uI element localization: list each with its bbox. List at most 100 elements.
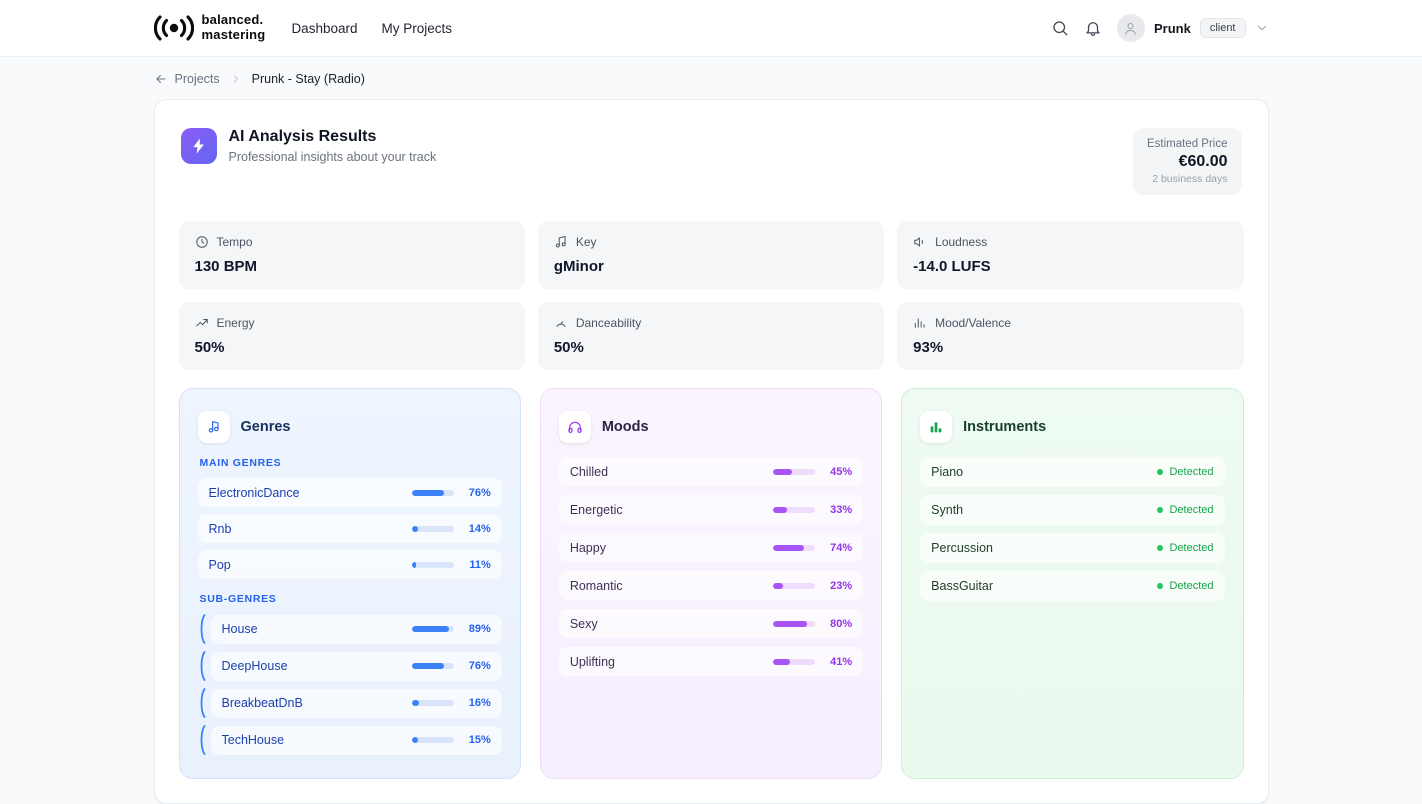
genre-name: Pop bbox=[209, 558, 231, 572]
genre-progress-bar bbox=[412, 663, 454, 669]
genre-percent: 76% bbox=[462, 487, 491, 499]
mood-name: Sexy bbox=[570, 617, 598, 631]
mood-row: Energetic 33% bbox=[559, 495, 863, 524]
nav-link-dashboard[interactable]: Dashboard bbox=[291, 21, 357, 36]
detected-dot-icon bbox=[1157, 545, 1163, 551]
moods-title: Moods bbox=[602, 419, 649, 435]
instrument-name: Percussion bbox=[931, 541, 993, 555]
stat-label: Mood/Valence bbox=[935, 316, 1011, 330]
mood-percent: 41% bbox=[823, 656, 852, 668]
analysis-card: AI Analysis Results Professional insight… bbox=[154, 99, 1269, 804]
user-menu[interactable]: Prunk client bbox=[1117, 14, 1269, 42]
instruments-title: Instruments bbox=[963, 419, 1046, 435]
mood-progress-bar bbox=[773, 621, 815, 627]
instrument-row: Piano Detected bbox=[920, 457, 1224, 487]
stats-grid: Tempo 130 BPM Key gMinor Lou bbox=[179, 221, 1244, 370]
genre-row: Pop 11% bbox=[198, 550, 502, 579]
genre-name: BreakbeatDnB bbox=[222, 696, 303, 710]
mood-row: Happy 74% bbox=[559, 533, 863, 562]
search-button[interactable] bbox=[1051, 19, 1069, 37]
mood-row: Uplifting 41% bbox=[559, 647, 863, 676]
analysis-grid: Genres MAIN GENRES ElectronicDance 76% R… bbox=[179, 388, 1244, 779]
breadcrumb: Projects Prunk - Stay (Radio) bbox=[154, 57, 1269, 99]
stat-value: 130 BPM bbox=[195, 258, 509, 275]
breadcrumb-back-label: Projects bbox=[175, 72, 220, 86]
genre-progress-bar bbox=[412, 737, 454, 743]
bracket-icon bbox=[198, 651, 206, 681]
genre-progress-bar bbox=[412, 526, 454, 532]
logo-soundwave-icon bbox=[154, 15, 194, 41]
stat-label: Energy bbox=[217, 316, 255, 330]
breadcrumb-back-link[interactable]: Projects bbox=[154, 72, 220, 86]
sub-genres-label: SUB-GENRES bbox=[200, 593, 502, 605]
detected-dot-icon bbox=[1157, 583, 1163, 589]
detected-badge: Detected bbox=[1157, 580, 1213, 592]
genres-title: Genres bbox=[241, 419, 291, 435]
bell-icon bbox=[1084, 19, 1102, 37]
price-value: €60.00 bbox=[1147, 153, 1228, 171]
lightning-icon bbox=[181, 128, 217, 164]
detected-badge: Detected bbox=[1157, 466, 1213, 478]
logo-text: balanced. mastering bbox=[202, 13, 266, 42]
nav-links: Dashboard My Projects bbox=[291, 21, 452, 36]
detected-label: Detected bbox=[1169, 542, 1213, 554]
volume-icon bbox=[913, 235, 927, 249]
stat-value: -14.0 LUFS bbox=[913, 258, 1227, 275]
mood-progress-bar bbox=[773, 507, 815, 513]
genre-percent: 16% bbox=[462, 697, 491, 709]
logo[interactable]: balanced. mastering bbox=[154, 13, 266, 42]
estimated-price-box: Estimated Price €60.00 2 business days bbox=[1133, 128, 1242, 195]
stat-value: 50% bbox=[195, 339, 509, 356]
sub-genre-row: House 89% bbox=[198, 614, 502, 644]
genres-panel: Genres MAIN GENRES ElectronicDance 76% R… bbox=[179, 388, 521, 779]
main-genres-label: MAIN GENRES bbox=[200, 457, 502, 469]
bracket-icon bbox=[198, 688, 206, 718]
notifications-button[interactable] bbox=[1084, 19, 1102, 37]
mood-percent: 23% bbox=[823, 580, 852, 592]
moods-panel: Moods Chilled 45% Energetic 33% bbox=[540, 388, 882, 779]
logo-line1: balanced. bbox=[202, 12, 264, 27]
stat-value: 93% bbox=[913, 339, 1227, 356]
headphones-icon bbox=[559, 411, 591, 443]
detected-label: Detected bbox=[1169, 580, 1213, 592]
instrument-name: Piano bbox=[931, 465, 963, 479]
genre-progress-bar bbox=[412, 626, 454, 632]
genre-progress-bar bbox=[412, 562, 454, 568]
genre-percent: 89% bbox=[462, 623, 491, 635]
detected-badge: Detected bbox=[1157, 504, 1213, 516]
detected-dot-icon bbox=[1157, 507, 1163, 513]
genre-name: TechHouse bbox=[222, 733, 285, 747]
genre-progress-bar bbox=[412, 490, 454, 496]
stat-energy: Energy 50% bbox=[179, 302, 525, 370]
mood-row: Romantic 23% bbox=[559, 571, 863, 600]
chevron-down-icon[interactable] bbox=[1255, 21, 1269, 35]
nav-link-my-projects[interactable]: My Projects bbox=[381, 21, 452, 36]
mood-row: Sexy 80% bbox=[559, 609, 863, 638]
user-role-badge: client bbox=[1200, 18, 1246, 38]
bar-chart-icon bbox=[920, 411, 952, 443]
genre-name: ElectronicDance bbox=[209, 486, 300, 500]
bracket-icon bbox=[198, 614, 206, 644]
mood-name: Happy bbox=[570, 541, 606, 555]
music-note-icon bbox=[198, 411, 230, 443]
bracket-icon bbox=[198, 725, 206, 755]
stat-label: Tempo bbox=[217, 235, 253, 249]
sub-genre-row: DeepHouse 76% bbox=[198, 651, 502, 681]
gauge-icon bbox=[554, 316, 568, 330]
logo-line2: mastering bbox=[202, 27, 266, 42]
stat-danceability: Danceability 50% bbox=[538, 302, 884, 370]
trending-up-icon bbox=[195, 316, 209, 330]
mood-name: Romantic bbox=[570, 579, 623, 593]
equalizer-icon bbox=[913, 316, 927, 330]
instruments-panel: Instruments Piano Detected Synth Detecte… bbox=[901, 388, 1243, 779]
mood-name: Uplifting bbox=[570, 655, 615, 669]
card-header: AI Analysis Results Professional insight… bbox=[179, 124, 1244, 195]
mood-percent: 33% bbox=[823, 504, 852, 516]
page-subtitle: Professional insights about your track bbox=[229, 150, 437, 164]
stat-label: Danceability bbox=[576, 316, 641, 330]
genre-row: ElectronicDance 76% bbox=[198, 478, 502, 507]
genre-percent: 11% bbox=[462, 559, 491, 571]
breadcrumb-current: Prunk - Stay (Radio) bbox=[252, 72, 365, 86]
stat-tempo: Tempo 130 BPM bbox=[179, 221, 525, 289]
stat-value: 50% bbox=[554, 339, 868, 356]
